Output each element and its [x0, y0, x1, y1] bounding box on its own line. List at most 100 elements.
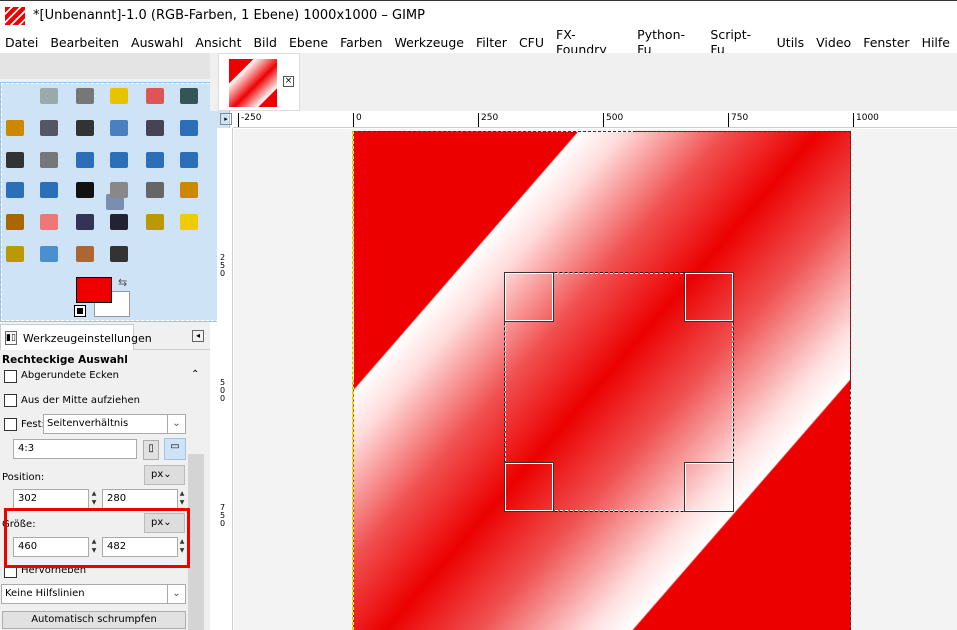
tool-align[interactable] [0, 146, 30, 174]
fixed-mode-dropdown[interactable]: Seitenverhältnis ⌄ [43, 414, 186, 434]
position-unit-dropdown[interactable]: px⌄ [144, 465, 185, 485]
tool-blur[interactable] [34, 240, 64, 268]
tool-ink[interactable] [104, 208, 134, 236]
tool-rotate[interactable] [70, 146, 100, 174]
tool-move[interactable] [174, 114, 204, 142]
tab-tool-options[interactable]: ▮▯ Werkzeugeinstellungen [0, 324, 152, 351]
position-y-spinner[interactable]: ▲ ▼ [178, 489, 186, 509]
menu-bearbeiten[interactable]: Bearbeiten [50, 35, 119, 50]
measure-icon [146, 120, 164, 136]
menu-utils[interactable]: Utils [777, 35, 805, 50]
menu-hilfe[interactable]: Hilfe [922, 35, 950, 50]
tool-bucket-fill[interactable] [104, 176, 134, 204]
position-x-spinner[interactable]: ▲ ▼ [90, 489, 98, 509]
pencil-icon [180, 182, 198, 198]
highlight-annotation-box [4, 508, 190, 568]
tool-pencil[interactable] [174, 176, 204, 204]
tool-perspective[interactable] [174, 146, 204, 174]
rectangle-selection[interactable] [504, 272, 734, 512]
menu-ansicht[interactable]: Ansicht [195, 35, 241, 50]
menu-filter[interactable]: Filter [476, 35, 507, 50]
image-tab[interactable]: × [218, 53, 300, 111]
quick-mask-toggle[interactable]: ▸ [220, 113, 232, 125]
position-x-input[interactable]: 302 [13, 489, 89, 509]
perspective-icon [180, 152, 198, 168]
tool-text[interactable] [70, 176, 100, 204]
tool-eraser[interactable] [34, 208, 64, 236]
ruler-tick-label: 750 [728, 113, 748, 127]
airbrush-icon [76, 214, 94, 230]
tool-airbrush[interactable] [70, 208, 100, 236]
tool-measure[interactable] [140, 114, 170, 142]
menu-bar: Datei Bearbeiten Auswahl Ansicht Bild Ebene Fa… [0, 27, 957, 57]
ruler-tick-label: 250 [220, 253, 226, 278]
ruler-tick-label: -250 [238, 113, 261, 127]
scroll-up-icon[interactable]: ⌃ [191, 369, 199, 380]
default-colors-icon[interactable] [74, 305, 86, 317]
shear-icon [146, 152, 164, 168]
auto-shrink-button[interactable]: Automatisch schrumpfen [2, 611, 186, 629]
guides-dropdown[interactable]: Keine Hilfslinien ⌄ [1, 584, 186, 604]
scale-icon [110, 152, 128, 168]
tool-smudge[interactable] [70, 240, 100, 268]
heal-icon [180, 214, 198, 230]
menu-bild[interactable]: Bild [253, 35, 276, 50]
ruler-tick-label: 1000 [853, 113, 879, 127]
gimp-image-icon [5, 6, 25, 25]
dock-menu-icon[interactable]: ◂ [192, 330, 204, 342]
tool-free-select[interactable] [70, 82, 100, 110]
tool-scissors[interactable] [174, 82, 204, 110]
menu-video[interactable]: Video [816, 35, 851, 50]
tool-select-by-color[interactable] [140, 82, 170, 110]
tool-paths[interactable] [34, 114, 64, 142]
tool-flip[interactable] [0, 176, 30, 204]
menu-fenster[interactable]: Fenster [863, 35, 909, 50]
scroll-thumb[interactable] [188, 454, 204, 630]
menu-werkzeuge[interactable]: Werkzeuge [394, 35, 464, 50]
tool-foreground-select[interactable] [0, 114, 30, 142]
menu-farben[interactable]: Farben [340, 35, 382, 50]
layer-boundary [352, 131, 353, 630]
tool-scale[interactable] [104, 146, 134, 174]
landscape-icon[interactable]: ▭ [164, 438, 186, 460]
horizontal-ruler[interactable]: -250 0 250 500 750 1000 [233, 112, 957, 128]
portrait-icon[interactable]: ▯ [143, 440, 159, 460]
title-bar: *[Unbenannt]-1.0 (RGB-Farben, 1 Ebene) 1… [0, 0, 957, 30]
selection-handle-top-right[interactable] [684, 272, 734, 322]
tool-paintbrush[interactable] [0, 208, 30, 236]
chevron-down-icon: ⌄ [167, 415, 185, 433]
ratio-input[interactable]: 4:3 [13, 439, 137, 459]
dock-tabs: ▮▯ Werkzeugeinstellungen ◂ [0, 324, 210, 351]
swap-colors-icon[interactable]: ⇆ [118, 276, 127, 289]
selection-handle-bottom-left[interactable] [504, 462, 554, 512]
tool-blend[interactable] [140, 176, 170, 204]
tool-clone[interactable] [140, 208, 170, 236]
tool-fuzzy-select[interactable] [104, 82, 134, 110]
clone-icon [146, 214, 164, 230]
rounded-corners-checkbox[interactable] [4, 370, 17, 383]
menu-cfu[interactable]: CFU [519, 35, 544, 50]
expand-from-center-checkbox[interactable] [4, 394, 17, 407]
tool-shear[interactable] [140, 146, 170, 174]
position-y-input[interactable]: 280 [102, 489, 178, 509]
fixed-checkbox[interactable] [4, 418, 17, 431]
menu-datei[interactable]: Datei [5, 35, 38, 50]
vertical-ruler[interactable]: 250 500 750 [217, 128, 233, 630]
menu-ebene[interactable]: Ebene [289, 35, 328, 50]
tool-ellipse-select[interactable] [34, 82, 64, 110]
tool-options-panel: Rechteckige Auswahl ⌃ Abgerundete Ecken … [0, 350, 210, 630]
tool-zoom[interactable] [104, 114, 134, 142]
tool-perspective-clone[interactable] [0, 240, 30, 268]
menu-auswahl[interactable]: Auswahl [131, 35, 183, 50]
close-icon[interactable]: × [283, 76, 294, 87]
scrollbar[interactable]: ⌃ [188, 367, 204, 630]
bucket-fill-icon [110, 182, 128, 198]
tool-crop[interactable] [34, 146, 64, 174]
tool-cage-transform[interactable] [34, 176, 64, 204]
selection-handle-bottom-right[interactable] [684, 462, 734, 512]
tool-color-picker[interactable] [70, 114, 100, 142]
selection-handle-top-left[interactable] [504, 272, 554, 322]
foreground-color[interactable] [76, 277, 112, 303]
tool-dodge-burn[interactable] [104, 240, 134, 268]
tool-heal[interactable] [174, 208, 204, 236]
